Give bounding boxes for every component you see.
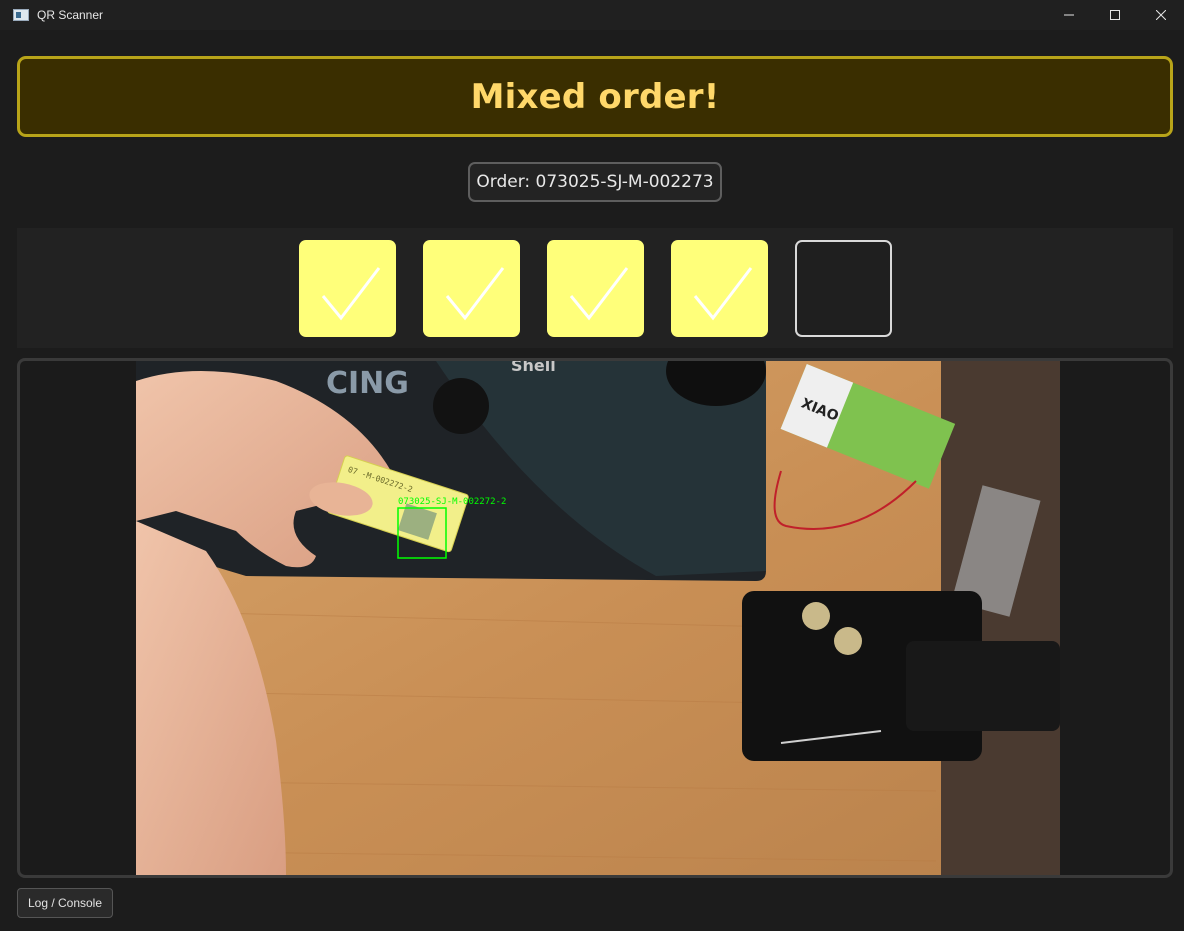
log-console-button[interactable]: Log / Console	[17, 888, 113, 918]
status-banner-text: Mixed order!	[470, 76, 720, 117]
qr-detection-label: 073025-SJ-M-002272-2	[398, 497, 506, 507]
checkmark-icon	[321, 267, 381, 321]
window-controls	[1046, 0, 1184, 30]
window-title: QR Scanner	[37, 8, 104, 22]
scan-slot-1	[299, 240, 396, 337]
maximize-button[interactable]	[1092, 0, 1138, 30]
scan-slot-5	[795, 240, 892, 337]
checkmark-icon	[693, 267, 753, 321]
checkmark-icon	[569, 267, 629, 321]
scan-slot-3	[547, 240, 644, 337]
close-button[interactable]	[1138, 0, 1184, 30]
minimize-icon	[1064, 14, 1074, 16]
camera-view: CING Shell XIAO 07 -M-002272-2 073025-SJ…	[17, 358, 1173, 878]
order-label: Order: 073025-SJ-M-002273	[468, 162, 722, 202]
camera-feed-image: CING Shell XIAO 07 -M-002272-2 073025-SJ…	[136, 361, 1060, 875]
app-icon	[13, 9, 29, 21]
minimize-button[interactable]	[1046, 0, 1092, 30]
checkmark-icon	[445, 267, 505, 321]
title-bar[interactable]: QR Scanner	[0, 0, 1184, 30]
maximize-icon	[1110, 10, 1120, 20]
scan-slot-2	[423, 240, 520, 337]
scan-slot-4	[671, 240, 768, 337]
status-banner: Mixed order!	[17, 56, 1173, 137]
close-icon	[1156, 10, 1166, 20]
svg-text:Shell: Shell	[511, 361, 556, 375]
svg-text:CING: CING	[326, 366, 409, 401]
